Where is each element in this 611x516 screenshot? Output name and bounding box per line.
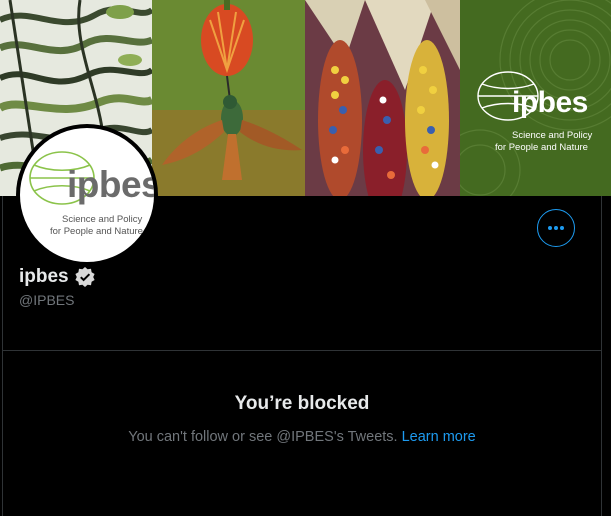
learn-more-link[interactable]: Learn more xyxy=(402,429,476,445)
profile-handle: @IPBES xyxy=(19,292,75,308)
banner-logo-wordmark: ipbes xyxy=(512,86,588,119)
blocked-message-text: You can't follow or see @IPBES's Tweets. xyxy=(128,429,398,445)
profile-name-row: ipbes xyxy=(19,266,96,288)
banner-logo-tagline: Science and Policy xyxy=(512,130,593,141)
avatar-wordmark: ipbes xyxy=(67,164,154,205)
banner-panel-hummingbird xyxy=(152,0,305,196)
blocked-message: You can't follow or see @IPBES's Tweets.… xyxy=(0,429,604,445)
section-divider xyxy=(2,350,602,351)
more-options-button[interactable] xyxy=(537,209,575,247)
avatar-tagline: Science and Policy xyxy=(62,214,143,225)
blocked-title: You’re blocked xyxy=(234,393,370,414)
profile-display-name: ipbes xyxy=(19,266,69,287)
banner-panel-corn xyxy=(305,0,460,196)
column-border-left xyxy=(2,196,3,516)
avatar-tagline: for People and Nature xyxy=(50,226,143,237)
profile-page: ipbes Science and Policy for People and … xyxy=(0,0,611,516)
profile-avatar[interactable]: ipbes Science and Policy for People and … xyxy=(16,124,158,266)
avatar-logo: ipbes Science and Policy for People and … xyxy=(20,128,154,262)
verified-badge-icon[interactable] xyxy=(74,266,96,288)
more-horizontal-icon xyxy=(548,226,564,230)
banner-logo-tagline: for People and Nature xyxy=(495,142,588,153)
column-border-right xyxy=(601,196,602,516)
